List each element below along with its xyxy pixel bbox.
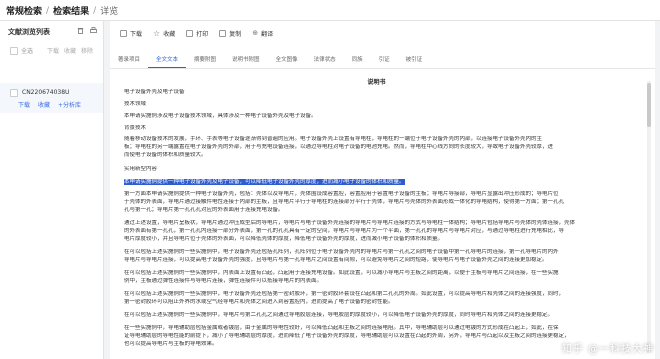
text-line: 本申请实施例涉及电子设备技术领域，具体涉及一种电子设备外壳及电子设备。 — [124, 113, 317, 119]
translate-label: 翻译 — [261, 30, 274, 38]
star-icon: ☆ — [153, 28, 161, 38]
document-links: 下载 收藏 +分析库 — [18, 100, 81, 109]
breadcrumb-separator: / — [46, 5, 50, 16]
copy-button[interactable]: 复制 — [219, 29, 241, 38]
select-all[interactable]: 全选 — [10, 46, 33, 55]
sidebar-ops: 下载 收藏 移除 — [47, 46, 93, 55]
text-line: 在可以包括上述实施例的一些实施例中，导电片与第二孔孔之间通过导电胶层连接，导电胶… — [124, 312, 554, 318]
text-line: 证导电辅助层的导电性能的前提下，减小了导电辅助层的厚度，进而降低了电子设备外壳的… — [124, 333, 570, 339]
tab-family[interactable]: 同族 — [344, 54, 371, 68]
translate-icon: ⊕ — [252, 28, 259, 37]
add-to-analysis-link[interactable]: +分析库 — [58, 100, 81, 109]
selected-text[interactable]: 本申请实施例提供一种电子设备外壳及电子设备，可以降低电子设备外壳的厚度，进而减小… — [124, 179, 629, 185]
text-line: 在可以包括上述实施例的一些实施例中，内表面上设置有凸起，凸起用于连接充电设备。如… — [124, 270, 559, 276]
favorite-label: 收藏 — [163, 30, 176, 38]
breadcrumb-home[interactable]: 常规检索 — [6, 4, 42, 17]
top-bar: 常规检索 / 检索结果 / 详览 — [0, 0, 660, 21]
print-icon[interactable] — [90, 27, 97, 34]
tab-full-text[interactable]: 全文文本 — [148, 54, 187, 68]
section-heading: 实用新型内容 — [124, 166, 158, 172]
sidebar-op-remove[interactable]: 移除 — [81, 46, 93, 55]
tab-description-figures[interactable]: 说明书附图 — [224, 54, 268, 68]
text-line: 孔与第一孔；导电片第一孔孔孔对应的外表面用于连接充电设备。 — [124, 207, 284, 213]
copy-icon — [219, 29, 227, 37]
sidebar-actions — [77, 27, 97, 34]
favorite-button[interactable]: ☆ 收藏 — [153, 29, 175, 38]
breadcrumb-current: 详览 — [100, 7, 119, 17]
download-button[interactable]: 下载 — [120, 29, 142, 38]
document-number[interactable]: CN220674038U — [22, 89, 69, 96]
document-title: 说明书 — [367, 79, 386, 86]
copy-label: 复制 — [229, 30, 242, 38]
text-line: 板；导电柱的另一端露置在电子设备外壳的外部，用于与充电设备连接，以通过导电柱对电… — [124, 144, 554, 150]
document-list-sidebar: 文献浏览列表 全选 下载 收藏 移除 CN220674038U 下载 收藏 +分… — [0, 21, 104, 359]
tab-cited-by[interactable]: 被引证 — [398, 54, 431, 68]
document-content: 说明书 电子设备外壳及电子设备 技术领域 本申请实施例涉及电子设备技术领域，具体… — [124, 73, 629, 359]
list-item[interactable]: CN220674038U 下载 收藏 +分析库 — [0, 83, 103, 113]
text-line: 第一方面本申请实施例提供一种电子设备外壳，包括：壳体以及导电片，壳体围设成容置腔… — [124, 191, 559, 197]
text-line: 于壳体的外表面，导电片通过接触件电性连接于内部的主板，且导电片平行于导电柱的连接… — [124, 199, 565, 205]
sidebar-op-download[interactable]: 下载 — [47, 46, 59, 55]
tab-legal-status[interactable]: 法律状态 — [306, 54, 344, 68]
print-label: 打印 — [196, 30, 209, 38]
translate-button[interactable]: ⊕ 翻译 — [252, 29, 273, 38]
text-line: 而使电子设备的体积和质量较大。 — [124, 152, 207, 158]
download-icon — [120, 29, 127, 37]
text-line: 在一些实施例中，导电辅助层包括金属或者镀层，由于金属的导电性较好，可以降低凸起和… — [124, 325, 559, 331]
highlighted-text: 本申请实施例提供一种电子设备外壳及电子设备，可以降低电子设备外壳的厚度，进而减小… — [124, 179, 405, 185]
section-heading: 技术领域 — [124, 101, 147, 107]
download-link[interactable]: 下载 — [18, 100, 30, 109]
sidebar-title: 文献浏览列表 — [8, 28, 50, 36]
breadcrumb: 常规检索 / 检索结果 / 详览 — [6, 4, 119, 18]
scrollbar[interactable] — [647, 81, 651, 353]
list-item-checkbox[interactable] — [10, 89, 18, 97]
watermark: 知乎 @一科技大神 — [561, 344, 654, 355]
delete-icon[interactable] — [77, 27, 84, 34]
tab-bibliographic[interactable]: 著录项目 — [110, 54, 148, 68]
toolbar: 下载 ☆ 收藏 打印 复制 ⊕ 翻译 — [110, 21, 655, 45]
tab-full-image[interactable]: 全文图像 — [268, 54, 306, 68]
favorite-link[interactable]: 收藏 — [38, 100, 50, 109]
section-heading: 背景技术 — [124, 125, 147, 131]
print-icon — [186, 29, 194, 37]
text-line: 导电片与导电片连接，可以提高电子设备外壳的强度，且导电片与第一孔导电片之间设置有… — [124, 257, 548, 263]
text-line: 的外表面有第一孔孔，第一孔孔内连接一部分外表面，第一孔的孔孔具有一定的空间，导电… — [124, 228, 565, 234]
text-line: 电片厚度较小，并且导电片位于壳体的外表面，可以降低壳体的厚度，降低电子设备外壳的… — [124, 236, 444, 242]
scrollbar-thumb[interactable] — [647, 83, 651, 127]
text-line: 电子设备外壳及电子设备 — [124, 89, 185, 95]
text-line: 随着移动设备技术的发展，手环、手表等电子设备逐渐得到普遍的应用。电子设备外壳上设… — [124, 136, 543, 142]
text-line: 在可以包括上述实施例的一些实施例中，电子设备外壳还包括第一密封胶环，第一密封胶环… — [124, 291, 565, 297]
text-line: 例中，主板通过弹性连接件与导电片连接，弹性连接件可以抵接导电片的内表面。 — [124, 278, 323, 284]
text-line: 第一密封胶环可以阻止外界的水或空气经导电片和壳体之间进入到容置腔内，进而提高了电… — [124, 299, 394, 305]
text-line: 通过上述设置，导电片呈板状，导电片通过冲压成型后的导电片，导电片与电子设备外壳连… — [124, 220, 576, 226]
print-button[interactable]: 打印 — [186, 29, 208, 38]
breadcrumb-separator: / — [93, 5, 97, 16]
select-all-checkbox[interactable] — [10, 46, 18, 55]
tab-citations[interactable]: 引证 — [371, 54, 398, 68]
text-line: 也可以提高导电片与主板的导电效果。 — [124, 341, 218, 347]
tab-abstract-figure[interactable]: 摘要附图 — [186, 54, 224, 68]
detail-panel: 下载 ☆ 收藏 打印 复制 ⊕ 翻译 著录项目 全文文本 摘要附图 说明书附图 … — [110, 21, 655, 359]
detail-tabs: 著录项目 全文文本 摘要附图 说明书附图 全文图像 法律状态 同族 引证 被引证 — [110, 54, 655, 69]
breadcrumb-results[interactable]: 检索结果 — [53, 4, 89, 17]
sidebar-op-favorite[interactable]: 收藏 — [64, 46, 76, 55]
download-label: 下载 — [130, 30, 143, 38]
text-line: 在可以包括上述实施例的一些实施例中，电子设备外壳还包括孔阵列，孔阵列位于电子设备… — [124, 249, 559, 255]
select-all-label: 全选 — [21, 48, 34, 55]
